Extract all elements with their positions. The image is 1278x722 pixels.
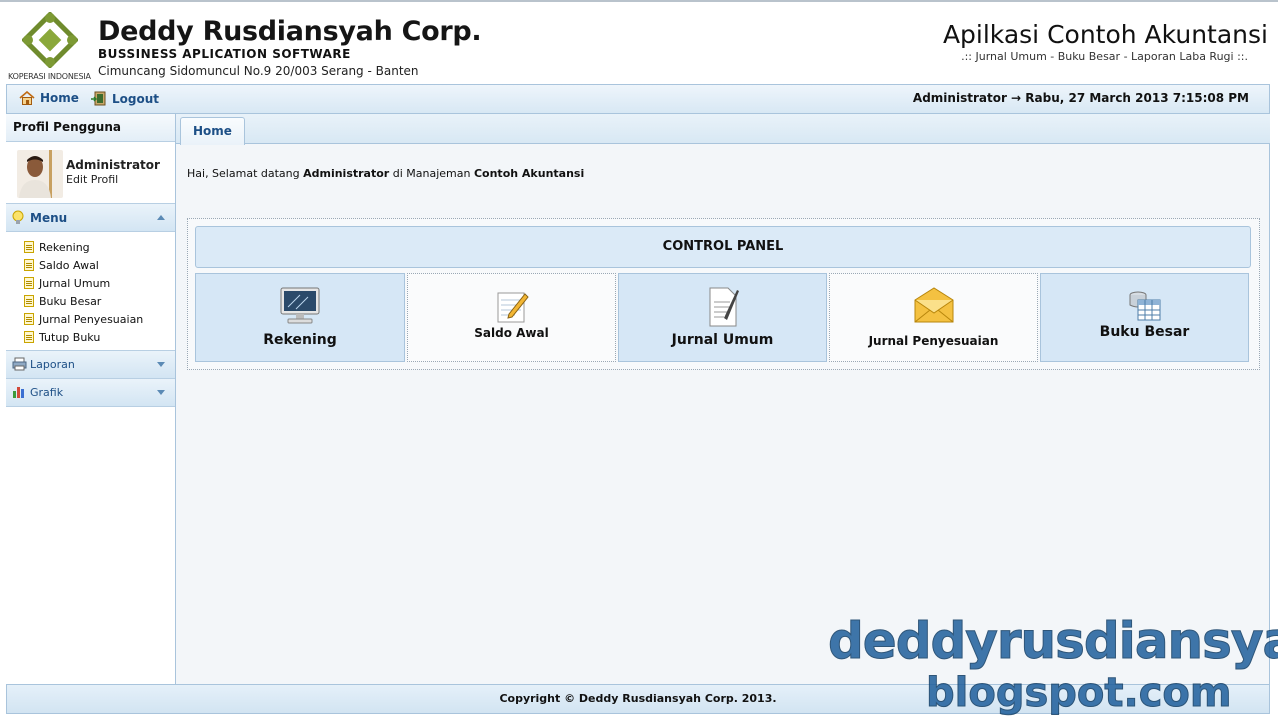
user-photo-icon: [17, 150, 63, 198]
menu-item-label: Jurnal Penyesuaian: [39, 312, 144, 326]
house-icon: [19, 91, 35, 105]
collapse-chevron-icon: [157, 215, 165, 220]
logo-caption: KOPERASI INDONESIA: [8, 72, 91, 81]
tile-label: Buku Besar: [1099, 324, 1190, 340]
menu-panel-label: Menu: [30, 211, 68, 225]
menu-item-tutup-buku[interactable]: Tutup Buku: [24, 328, 175, 346]
document-icon: [24, 259, 34, 271]
home-link[interactable]: Home: [19, 91, 79, 105]
app-header: KOPERASI INDONESIA Deddy Rusdiansyah Cor…: [0, 0, 1278, 84]
menu-item-label: Buku Besar: [39, 294, 102, 308]
tab-bar: Home: [176, 114, 1270, 145]
grafik-panel-header[interactable]: Grafik: [6, 379, 175, 407]
tile-label: Rekening: [263, 332, 337, 348]
company-logo: KOPERASI INDONESIA: [8, 12, 94, 84]
expand-chevron-icon: [157, 390, 165, 395]
menu-item-buku-besar[interactable]: Buku Besar: [24, 292, 175, 310]
tile-rekening[interactable]: Rekening: [195, 273, 405, 362]
document-icon: [24, 295, 34, 307]
avatar: [17, 150, 63, 198]
document-icon: [24, 313, 34, 325]
document-icon: [24, 331, 34, 343]
logout-link-label: Logout: [112, 91, 160, 106]
database-table-icon: [1129, 291, 1160, 321]
menu-item-label: Rekening: [39, 240, 90, 254]
tile-buku-besar[interactable]: Buku Besar: [1040, 273, 1249, 362]
menu-item-label: Jurnal Umum: [39, 276, 111, 290]
profile-box: Administrator Edit Profil: [6, 142, 175, 204]
expand-chevron-icon: [157, 362, 165, 367]
laporan-panel-header[interactable]: Laporan: [6, 351, 175, 379]
control-panel: CONTROL PANEL Rekening Saldo Awal Jurnal…: [187, 218, 1260, 370]
koperasi-logo-icon: [22, 12, 78, 68]
welcome-message: Hai, Selamat datang Administrator di Man…: [187, 167, 584, 180]
logout-icon: [91, 91, 106, 106]
footer-copyright: Copyright © Deddy Rusdiansyah Corp. 2013…: [6, 684, 1270, 714]
printer-icon: [12, 357, 27, 371]
tile-label: Saldo Awal: [474, 326, 549, 340]
tile-label: Jurnal Penyesuaian: [868, 334, 999, 348]
welcome-middle: di Manajeman: [389, 167, 474, 180]
profile-name: Administrator: [66, 158, 160, 172]
menu-item-label: Tutup Buku: [39, 330, 101, 344]
company-address: Cimuncang Sidomuncul No.9 20/003 Serang …: [98, 64, 419, 78]
monitor-icon: [280, 287, 320, 324]
grafik-panel-label: Grafik: [30, 386, 64, 399]
sidebar-empty-area: [6, 408, 176, 684]
menu-item-rekening[interactable]: Rekening: [24, 238, 175, 256]
menu-item-jurnal-umum[interactable]: Jurnal Umum: [24, 274, 175, 292]
edit-profile-link[interactable]: Edit Profil: [66, 173, 118, 186]
menu-panel-header[interactable]: Menu: [6, 204, 175, 232]
logout-link[interactable]: Logout: [91, 91, 159, 106]
top-nav: Home Logout Administrator → Rabu, 27 Mar…: [6, 84, 1270, 114]
company-name: Deddy Rusdiansyah Corp.: [98, 16, 482, 47]
welcome-app: Contoh Akuntansi: [473, 167, 585, 180]
laporan-panel-label: Laporan: [30, 358, 75, 371]
welcome-prefix: Hai, Selamat datang: [187, 167, 304, 180]
document-icon: [24, 277, 34, 289]
document-pen-icon: [709, 287, 739, 327]
menu-item-saldo-awal[interactable]: Saldo Awal: [24, 256, 175, 274]
tile-jurnal-umum[interactable]: Jurnal Umum: [618, 273, 827, 362]
tile-label: Jurnal Umum: [671, 332, 774, 348]
lightbulb-icon: [12, 210, 24, 224]
menu-list: Rekening Saldo Awal Jurnal Umum Buku Bes…: [6, 232, 175, 351]
tile-saldo-awal[interactable]: Saldo Awal: [407, 273, 616, 362]
tile-jurnal-penyesuaian[interactable]: Jurnal Penyesuaian: [829, 273, 1038, 362]
menu-item-jurnal-penyesuaian[interactable]: Jurnal Penyesuaian: [24, 310, 175, 328]
notepad-pencil-icon: [497, 292, 529, 323]
envelope-icon: [914, 287, 953, 323]
tab-home[interactable]: Home: [180, 117, 245, 145]
sidebar: Profil Pengguna Administrator Edit Profi…: [6, 114, 176, 408]
document-icon: [24, 241, 34, 253]
company-tagline: BUSSINESS APLICATION SOFTWARE: [98, 47, 351, 61]
control-panel-title: CONTROL PANEL: [195, 226, 1251, 268]
app-title: Apilkasi Contoh Akuntansi: [942, 20, 1268, 49]
user-datetime-status: Administrator → Rabu, 27 March 2013 7:15…: [912, 91, 1249, 105]
profile-header: Profil Pengguna: [6, 114, 175, 142]
main-content: Home Hai, Selamat datang Administrator d…: [176, 114, 1270, 684]
home-link-label: Home: [40, 91, 79, 105]
bar-chart-icon: [13, 387, 24, 398]
welcome-user: Administrator: [303, 167, 390, 180]
menu-item-label: Saldo Awal: [39, 258, 99, 272]
app-subtitle: .:: Jurnal Umum - Buku Besar - Laporan L…: [961, 50, 1248, 63]
